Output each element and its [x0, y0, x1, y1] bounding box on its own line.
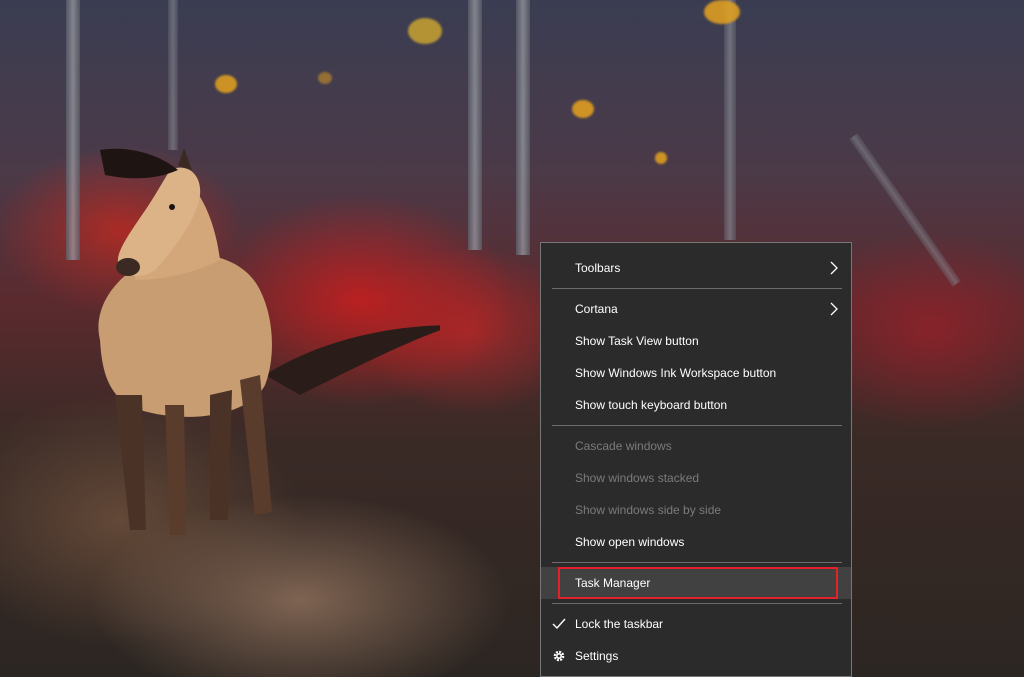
- menu-item-cascade-windows: Cascade windows: [541, 430, 851, 462]
- tree-trunk: [724, 0, 736, 240]
- menu-item-show-task-view-button[interactable]: Show Task View button: [541, 325, 851, 357]
- chevron-right-icon: [830, 302, 838, 316]
- menu-separator: [552, 562, 842, 563]
- menu-item-label: Lock the taskbar: [575, 617, 664, 631]
- tree-trunk: [849, 133, 961, 287]
- tree-trunk: [168, 0, 178, 150]
- desktop-wallpaper: Toolbars Cortana Show Task View button S…: [0, 0, 1024, 677]
- leaf: [408, 18, 442, 44]
- leaf: [318, 72, 332, 84]
- menu-item-settings[interactable]: Settings: [541, 640, 851, 672]
- menu-item-show-windows-side-by-side: Show windows side by side: [541, 494, 851, 526]
- menu-item-lock-the-taskbar[interactable]: Lock the taskbar: [541, 608, 851, 640]
- menu-separator: [552, 425, 842, 426]
- leaf: [655, 152, 667, 164]
- chevron-right-icon: [830, 261, 838, 275]
- taskbar-context-menu: Toolbars Cortana Show Task View button S…: [540, 242, 852, 677]
- menu-separator: [552, 288, 842, 289]
- tree-trunk: [468, 0, 482, 250]
- menu-item-label: Toolbars: [575, 261, 621, 275]
- leaf: [215, 75, 237, 93]
- menu-item-label: Task Manager: [575, 576, 651, 590]
- menu-item-task-manager[interactable]: Task Manager: [541, 567, 851, 599]
- menu-item-label: Show windows stacked: [575, 471, 700, 485]
- leaf: [704, 0, 740, 24]
- horse-illustration: [98, 148, 440, 535]
- checkmark-icon: [552, 618, 566, 630]
- menu-item-label: Show Task View button: [575, 334, 699, 348]
- menu-item-label: Cascade windows: [575, 439, 672, 453]
- menu-item-show-windows-ink-workspace-button[interactable]: Show Windows Ink Workspace button: [541, 357, 851, 389]
- menu-item-cortana[interactable]: Cortana: [541, 293, 851, 325]
- gear-icon: [553, 650, 565, 662]
- menu-item-label: Show Windows Ink Workspace button: [575, 366, 777, 380]
- menu-item-show-windows-stacked: Show windows stacked: [541, 462, 851, 494]
- menu-item-show-open-windows[interactable]: Show open windows: [541, 526, 851, 558]
- leaf: [572, 100, 594, 118]
- menu-item-label: Show touch keyboard button: [575, 398, 728, 412]
- menu-item-toolbars[interactable]: Toolbars: [541, 252, 851, 284]
- tree-trunk: [516, 0, 530, 255]
- menu-item-label: Show windows side by side: [575, 503, 722, 517]
- menu-separator: [552, 603, 842, 604]
- menu-item-label: Cortana: [575, 302, 618, 316]
- menu-item-label: Settings: [575, 649, 619, 663]
- menu-item-label: Show open windows: [575, 535, 685, 549]
- menu-item-show-touch-keyboard-button[interactable]: Show touch keyboard button: [541, 389, 851, 421]
